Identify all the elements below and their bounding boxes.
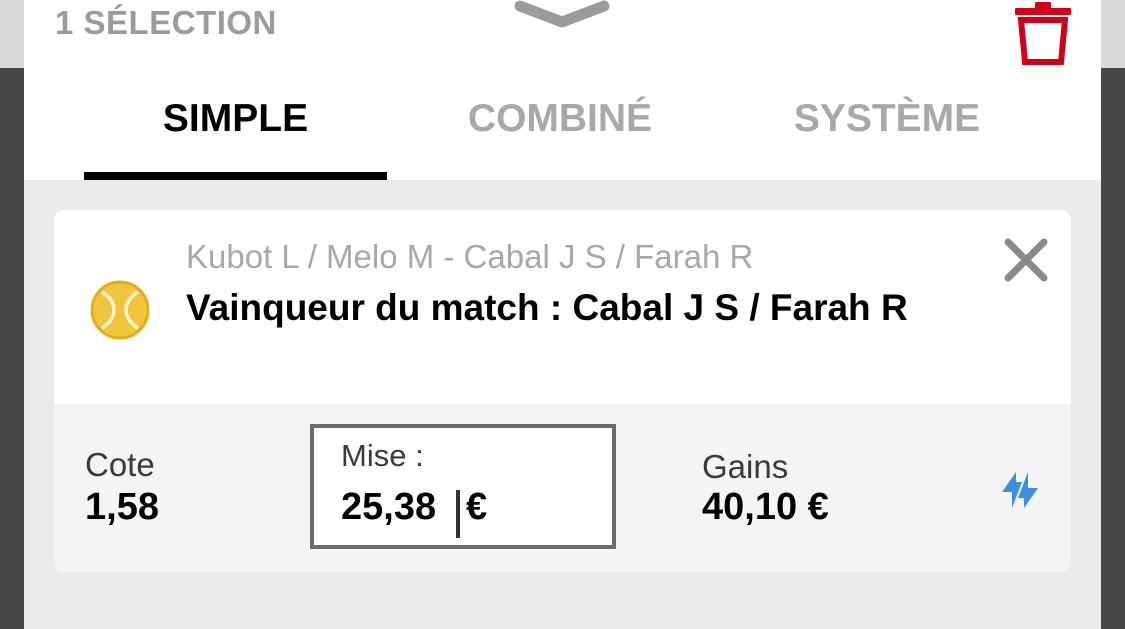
gains-value: 40,10 €: [702, 486, 829, 528]
gains-label: Gains: [702, 448, 789, 485]
tab-simple[interactable]: SIMPLE: [84, 88, 387, 180]
tab-systeme[interactable]: SYSTÈME: [734, 88, 1040, 180]
chevron-down-icon[interactable]: [514, 0, 610, 36]
stake-label: Mise :: [341, 438, 424, 473]
active-tab-indicator: [84, 172, 387, 180]
tennis-ball-icon: [88, 278, 152, 342]
bet-selection-info: Kubot L / Melo M - Cabal J S / Farah R V…: [54, 210, 1071, 404]
odds-value: 1,58: [85, 486, 159, 528]
bet-type-tabs: SIMPLE COMBINÉ SYSTÈME: [24, 88, 1101, 180]
backdrop-right: [1101, 0, 1125, 68]
bet-outcome-label: Vainqueur du match : Cabal J S / Farah R: [186, 287, 908, 328]
backdrop-left: [0, 0, 24, 68]
text-caret: [456, 490, 460, 538]
match-name: Kubot L / Melo M - Cabal J S / Farah R: [186, 238, 754, 275]
trash-icon[interactable]: [1009, 0, 1077, 66]
backdrop-shadow-left: [0, 68, 24, 629]
stake-currency: €: [466, 486, 488, 528]
backdrop-shadow-right: [1101, 68, 1125, 629]
close-icon[interactable]: [1002, 236, 1050, 284]
stake-input-box[interactable]: Mise : 25,38 €: [310, 424, 616, 549]
tab-combine[interactable]: COMBINÉ: [407, 88, 713, 180]
stake-input[interactable]: 25,38: [341, 486, 581, 529]
swap-icon[interactable]: [998, 468, 1042, 512]
bet-selection-card: Kubot L / Melo M - Cabal J S / Farah R V…: [54, 210, 1071, 572]
betslip-sheet: 1 SÉLECTION SIMPLE COMBINÉ SYSTÈME Kubot…: [24, 0, 1101, 629]
selection-count: 1 SÉLECTION: [55, 4, 277, 41]
betslip-header: 1 SÉLECTION SIMPLE COMBINÉ SYSTÈME: [24, 0, 1101, 180]
odds-label: Cote: [85, 446, 155, 483]
